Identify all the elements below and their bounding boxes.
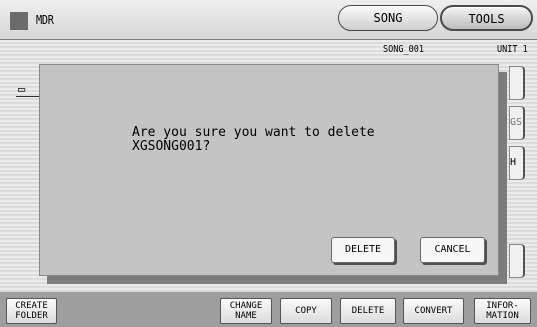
create-folder-button[interactable]: CREATE FOLDER xyxy=(6,298,57,324)
copy-button[interactable]: COPY xyxy=(280,298,332,324)
side-button-top[interactable] xyxy=(509,66,525,100)
side-button-h[interactable]: H xyxy=(509,146,525,180)
tab-tools[interactable]: TOOLS xyxy=(440,5,533,31)
app-icon xyxy=(10,12,28,30)
title-bar: MDR SONG TOOLS xyxy=(0,0,537,40)
folder-icon: ▭ xyxy=(18,82,26,96)
side-button-bottom[interactable] xyxy=(509,244,525,278)
side-button-gs[interactable]: GS xyxy=(509,106,525,140)
delete-button[interactable]: DELETE xyxy=(340,298,396,324)
dialog-cancel-button[interactable]: CANCEL xyxy=(420,237,485,263)
app-title: MDR xyxy=(36,13,54,27)
dialog-message: Are you sure you want to delete XGSONG00… xyxy=(132,125,375,154)
divider xyxy=(16,96,40,97)
song-name: SONG_001 xyxy=(383,44,424,55)
convert-button[interactable]: CONVERT xyxy=(403,298,464,324)
function-bar: CREATE FOLDER CHANGE NAME COPY DELETE CO… xyxy=(0,292,537,327)
unit-label: UNIT 1 xyxy=(497,44,528,55)
delete-confirm-dialog: Are you sure you want to delete XGSONG00… xyxy=(39,64,499,276)
information-button[interactable]: INFOR- MATION xyxy=(474,298,531,324)
dialog-delete-button[interactable]: DELETE xyxy=(331,237,395,263)
tab-song[interactable]: SONG xyxy=(338,5,438,31)
change-name-button[interactable]: CHANGE NAME xyxy=(220,298,272,324)
